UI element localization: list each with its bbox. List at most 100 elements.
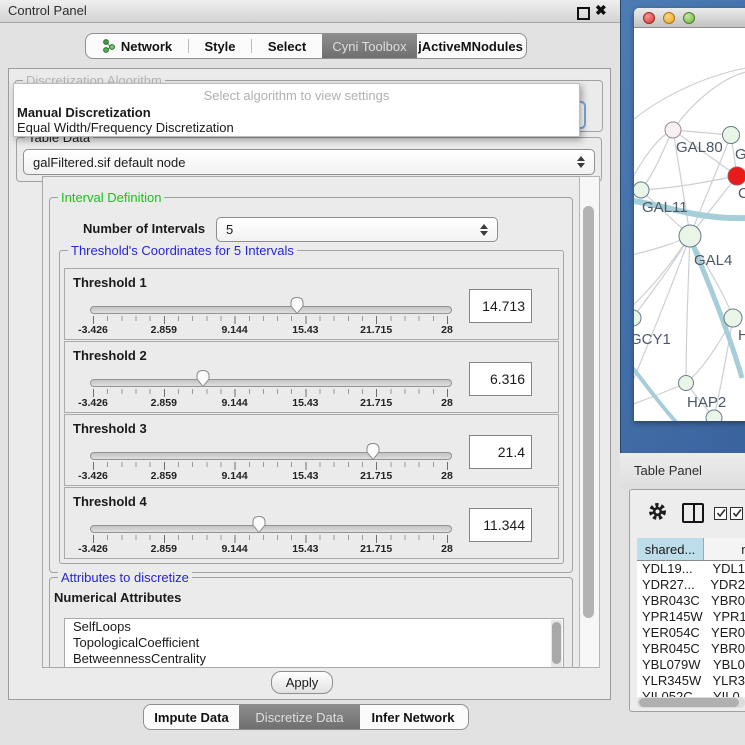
tab-cyni-toolbox-label: Cyni Toolbox (332, 39, 406, 54)
algorithm-option-manual[interactable]: Manual Discretization (17, 105, 151, 120)
interval-definition-title: Interval Definition (58, 190, 164, 205)
node-gal80[interactable] (665, 122, 681, 138)
gear-icon[interactable] (648, 502, 667, 521)
cell: YER0 (701, 625, 745, 641)
tab-impute-data-label: Impute Data (154, 710, 228, 725)
float-window-icon[interactable] (577, 7, 590, 20)
cell: YPR1 (703, 609, 745, 625)
combo-stepper-icon (577, 156, 585, 168)
tick-label: 28 (441, 470, 453, 482)
table-row[interactable]: YBR043CYBR0 (637, 593, 745, 609)
table-row[interactable]: YER054CYER0 (637, 625, 745, 641)
threshold-3-slider-thumb[interactable] (365, 442, 381, 461)
scrollbar-thumb[interactable] (639, 698, 739, 707)
list-item[interactable]: BetweennessCentrality (65, 651, 563, 667)
network-canvas[interactable]: GAL80 GAL11 GAL4 GCY1 HAP2 H GA C (634, 28, 745, 421)
table-row[interactable]: YPR145WYPR1 (637, 609, 745, 625)
threshold-1-slider-thumb[interactable] (289, 296, 305, 315)
list-item[interactable]: TopologicalCoefficient (65, 635, 563, 651)
scrollbar-thumb[interactable] (552, 622, 561, 664)
list-item[interactable]: SelfLoops (65, 619, 563, 635)
threshold-1-value-field[interactable]: 14.713 (469, 289, 532, 323)
attributes-group-title: Attributes to discretize (58, 570, 192, 585)
threshold-2-slider-thumb[interactable] (195, 369, 211, 388)
node-bottom[interactable] (706, 410, 722, 421)
tick-label: -3.426 (78, 470, 108, 482)
tab-cyni-toolbox[interactable]: Cyni Toolbox (322, 34, 417, 58)
table-row[interactable]: YLR345WYLR3 (637, 673, 745, 689)
table-horizontal-scrollbar[interactable] (637, 697, 745, 708)
tick-label: 9.144 (221, 543, 247, 555)
tick-label: -3.426 (78, 397, 108, 409)
tab-select[interactable]: Select (252, 34, 322, 58)
checkbox-icon[interactable] (714, 507, 727, 520)
tick-label: 15.43 (292, 397, 318, 409)
tab-infer-network[interactable]: Infer Network (360, 705, 466, 729)
close-traffic-light-icon[interactable] (643, 12, 655, 24)
tab-network[interactable]: Network (86, 34, 188, 58)
column-header-name[interactable]: name (704, 538, 745, 561)
panel-scrollbar[interactable] (579, 176, 600, 668)
tick-label: 9.144 (221, 324, 247, 336)
close-icon[interactable]: ✖ (595, 2, 607, 19)
tab-jactivemnodules-label: jActiveMNodules (418, 39, 523, 54)
table-row[interactable]: YIL052CYIL0 (637, 689, 745, 697)
attributes-list: SelfLoops TopologicalCoefficient Between… (64, 618, 564, 668)
threshold-4-value-field[interactable]: 11.344 (469, 508, 532, 542)
network-window-titlebar (634, 8, 745, 28)
tab-discretize-data[interactable]: Discretize Data (239, 705, 360, 729)
tick-label: 2.859 (151, 543, 177, 555)
attributes-group: Attributes to discretize Numerical Attri… (49, 577, 573, 668)
threshold-3-value-field[interactable]: 21.4 (469, 435, 532, 469)
network-window: GAL80 GAL11 GAL4 GCY1 HAP2 H GA C (634, 8, 745, 421)
tick-label: 2.859 (151, 470, 177, 482)
tab-impute-data[interactable]: Impute Data (144, 705, 239, 729)
table-data-combobox[interactable]: galFiltered.sif default node (23, 149, 595, 175)
node-gcy1[interactable] (634, 310, 641, 326)
scrollbar-thumb[interactable] (583, 206, 594, 618)
table-row[interactable]: YBL079WYBL0 (637, 657, 745, 673)
threshold-4-slider-thumb[interactable] (251, 515, 267, 534)
node-label: HAP2 (687, 394, 726, 411)
slider-major-ticks (93, 462, 449, 470)
cell: YBL0 (703, 657, 745, 673)
tick-label: 28 (441, 397, 453, 409)
threshold-4-panel: Threshold 4 -3.426 2.859 9.144 15.43 21.… (64, 487, 559, 559)
threshold-2-value-field[interactable]: 6.316 (469, 362, 532, 396)
numerical-attributes-label: Numerical Attributes (54, 590, 181, 605)
tab-style[interactable]: Style (189, 34, 251, 58)
threshold-4-slider-track[interactable] (90, 525, 452, 533)
threshold-3-slider-track[interactable] (90, 452, 452, 460)
node-green[interactable] (723, 127, 740, 144)
tab-jactivemnodules[interactable]: jActiveMNodules (417, 34, 524, 58)
table-row[interactable]: YDR27...YDR2 (637, 577, 745, 593)
cell: YIL0 (703, 689, 740, 697)
cell: YDL1 (702, 561, 745, 577)
table-panel-titlebar: Table Panel (620, 453, 745, 489)
node-h[interactable] (724, 309, 742, 327)
checkbox-icon[interactable] (730, 507, 743, 520)
zoom-traffic-light-icon[interactable] (683, 12, 695, 24)
tick-label: 2.859 (151, 397, 177, 409)
minimize-traffic-light-icon[interactable] (663, 12, 675, 24)
threshold-2-slider-track[interactable] (90, 379, 452, 387)
table-data-selected: galFiltered.sif default node (33, 155, 185, 170)
column-header-shared-name[interactable]: shared... (637, 538, 704, 561)
node-gal4[interactable] (679, 225, 701, 247)
number-of-intervals-combobox[interactable]: 5 (216, 217, 498, 242)
cell: YBR045C (637, 641, 701, 657)
cell: YBR043C (637, 593, 701, 609)
apply-button[interactable]: Apply (271, 671, 333, 694)
algorithm-option-equal-width[interactable]: Equal Width/Frequency Discretization (17, 120, 234, 135)
apply-button-label: Apply (286, 675, 319, 690)
cell: YBR0 (701, 641, 745, 657)
table-row[interactable]: YDL19...YDL1 (637, 561, 745, 577)
node-gal11[interactable] (634, 182, 649, 198)
node-hap2[interactable] (679, 376, 694, 391)
split-table-icon[interactable] (682, 503, 704, 523)
attributes-list-scrollbar[interactable] (551, 620, 562, 668)
algorithm-prompt-item[interactable]: Select algorithm to view settings (14, 88, 579, 103)
table-row[interactable]: YBR045CYBR0 (637, 641, 745, 657)
node-red-selected[interactable] (728, 167, 745, 185)
threshold-1-slider-track[interactable] (90, 306, 452, 314)
